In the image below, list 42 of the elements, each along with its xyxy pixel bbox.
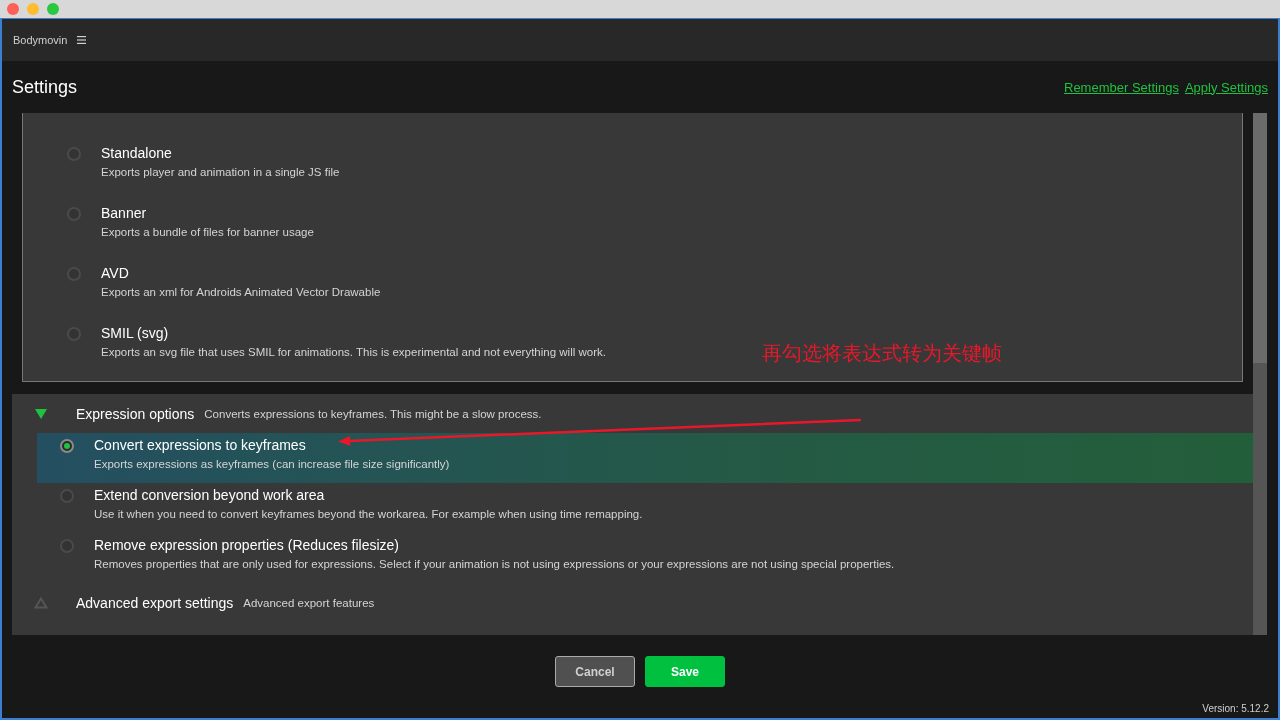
option-description: Use it when you need to convert keyframes beyond the workarea. For example when using time remapping. bbox=[94, 507, 643, 522]
option-title: Banner bbox=[101, 204, 148, 222]
option-description: Exports expressions as keyframes (can increase file size significantly) bbox=[94, 457, 450, 472]
section-title: Expression options bbox=[76, 405, 195, 422]
scrollbar[interactable] bbox=[1253, 113, 1267, 635]
option-row[interactable]: Extend conversion beyond work area Use it when you need to convert keyframes beyond the workarea. For example when using time remapping. bbox=[37, 483, 1253, 533]
page-title: Settings bbox=[12, 76, 78, 98]
scrollbar-thumb[interactable] bbox=[1253, 113, 1267, 363]
section-description: Advanced export features bbox=[243, 597, 375, 609]
collapsed-triangle-icon[interactable] bbox=[34, 597, 48, 609]
window-control-icon[interactable] bbox=[27, 3, 39, 15]
option-description: Exports a bundle of files for banner usage bbox=[101, 225, 314, 240]
version-label: Version: 5.12.2 bbox=[1202, 703, 1269, 714]
option-title: Extend conversion beyond work area bbox=[94, 486, 326, 504]
cancel-button[interactable]: Cancel bbox=[555, 656, 635, 687]
option-title: AVD bbox=[101, 264, 130, 282]
radio-button[interactable] bbox=[60, 539, 74, 553]
radio-button[interactable] bbox=[67, 207, 81, 221]
section-title: Advanced export settings bbox=[76, 595, 234, 611]
section-description: Converts expressions to keyframes. This might be a slow process. bbox=[204, 407, 542, 420]
menu-icon[interactable] bbox=[77, 36, 87, 44]
option-description: Exports an xml for Androids Animated Vector Drawable bbox=[101, 285, 381, 300]
radio-button[interactable] bbox=[60, 489, 74, 503]
radio-button[interactable] bbox=[67, 147, 81, 161]
settings-link[interactable]: Remember Settings bbox=[1064, 79, 1179, 95]
option-description: Exports player and animation in a single JS file bbox=[101, 165, 340, 180]
radio-button[interactable] bbox=[60, 439, 74, 453]
option-title: Remove expression properties (Reduces filesize) bbox=[94, 536, 401, 554]
selected-option-row[interactable]: Convert expressions to keyframes Exports expressions as keyframes (can increase file size significantly) bbox=[37, 433, 1253, 483]
expanded-triangle-icon[interactable] bbox=[34, 407, 48, 420]
option-title: Standalone bbox=[101, 144, 173, 162]
radio-button[interactable] bbox=[67, 327, 81, 341]
option-title: Convert expressions to keyframes bbox=[94, 436, 307, 454]
option-title: SMIL (svg) bbox=[101, 324, 170, 342]
radio-button[interactable] bbox=[67, 267, 81, 281]
window-control-icon[interactable] bbox=[47, 3, 59, 15]
app-name: Bodymovin bbox=[13, 34, 68, 46]
option-description: Removes properties that are only used for expressions. Select if your animation is not using expressions or your expressions are not using special properties. bbox=[94, 557, 895, 572]
option-description: Exports an svg file that uses SMIL for animations. This is experimental and not everything will work. bbox=[101, 345, 606, 360]
annotation-text: 再勾选将表达式转为关键帧 bbox=[762, 341, 1002, 366]
window-control-icon[interactable] bbox=[7, 3, 19, 15]
settings-link[interactable]: Apply Settings bbox=[1184, 79, 1268, 95]
